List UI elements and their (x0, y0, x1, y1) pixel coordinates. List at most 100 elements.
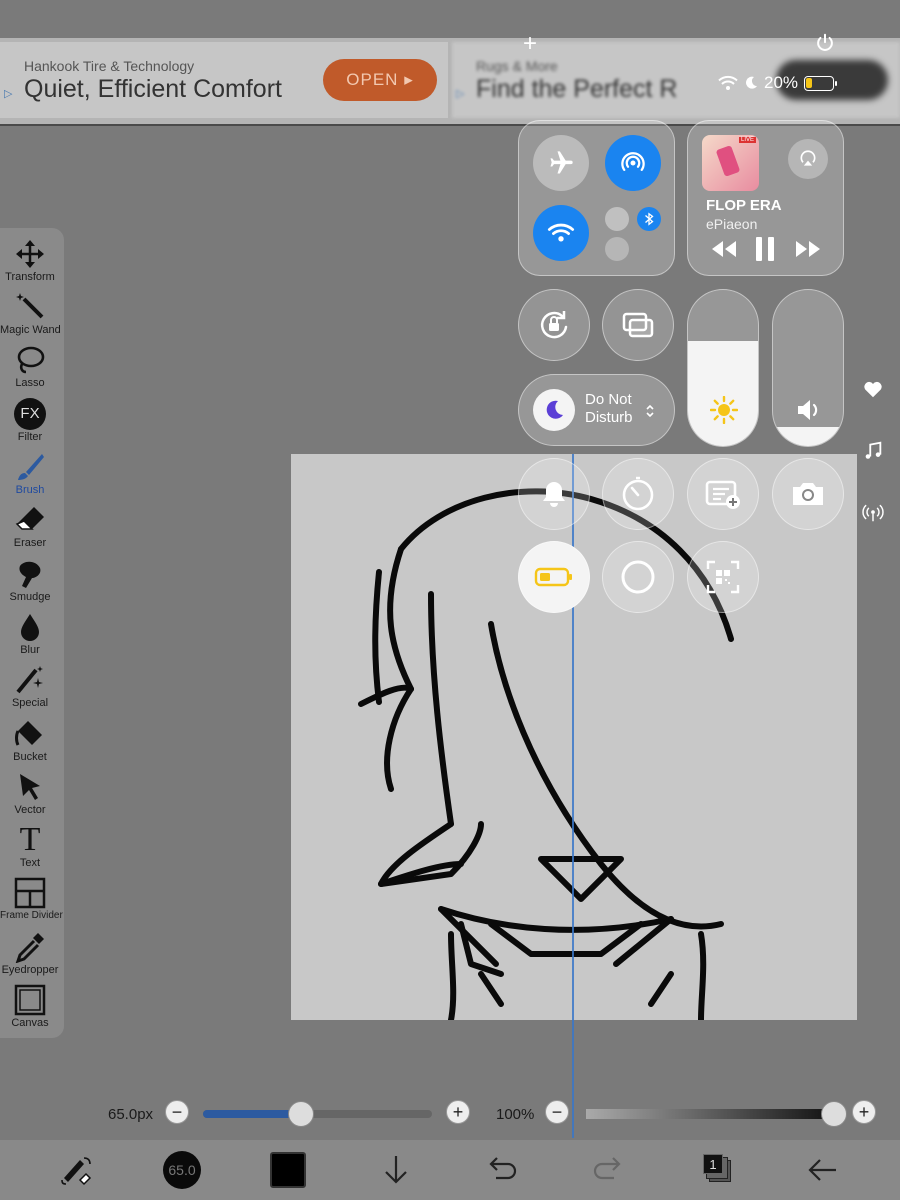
tool-label: Canvas (11, 1017, 49, 1029)
speaker-icon (798, 400, 818, 420)
antenna-signal-icon[interactable] (862, 502, 884, 524)
brush-controls: 65.0px − + 100% − + (0, 1096, 900, 1134)
timer-button[interactable] (602, 458, 674, 530)
tool-label: Filter (17, 431, 43, 443)
screen-mirroring-button[interactable] (602, 289, 674, 361)
airplane-mode-toggle[interactable] (533, 135, 589, 191)
bucket-icon (15, 721, 42, 746)
sketch-drawing (358, 488, 734, 1020)
do-not-disturb-toggle[interactable] (533, 389, 575, 431)
color-swatch[interactable] (270, 1152, 306, 1188)
tool-text[interactable]: T Text (0, 820, 60, 873)
tool-label: Transform (5, 271, 55, 283)
rewind-icon[interactable] (710, 239, 738, 259)
brush-size-decrease-button[interactable]: − (165, 1100, 189, 1124)
ad-open-arrow-icon: ▸ (404, 70, 414, 89)
back-arrow-icon[interactable] (804, 1152, 840, 1188)
silent-mode-button[interactable] (518, 458, 590, 530)
ad-choices-icon[interactable]: ▷ (456, 87, 464, 100)
opacity-increase-button[interactable]: + (852, 1100, 876, 1124)
orientation-lock-button[interactable] (518, 289, 590, 361)
screen-mirroring-icon (622, 312, 654, 338)
tool-brush[interactable]: Brush (0, 447, 60, 500)
chevron-up-down-icon[interactable] (645, 403, 655, 419)
tool-blur[interactable]: Blur (0, 607, 60, 660)
brush-size-slider-knob[interactable] (288, 1101, 315, 1127)
hotspot-toggle[interactable] (605, 237, 629, 261)
focus-mode-tile[interactable]: Do Not Disturb (518, 374, 675, 446)
brush-size-slider[interactable] (203, 1101, 432, 1127)
lasso-icon (17, 346, 45, 374)
screen-recording-button[interactable] (602, 541, 674, 613)
rotation-lock-icon (540, 311, 568, 339)
qr-code-icon (706, 560, 740, 594)
tool-bucket[interactable]: Bucket (0, 714, 60, 767)
ad-open-label: OPEN (346, 70, 399, 89)
volume-slider[interactable] (772, 289, 844, 447)
low-power-mode-button[interactable] (518, 541, 590, 613)
add-control-button[interactable]: + (523, 30, 537, 58)
airdrop-toggle[interactable] (605, 135, 661, 191)
ad-card-hankook[interactable]: ▷ Hankook Tire & Technology Quiet, Effic… (0, 42, 448, 118)
pause-icon[interactable] (754, 235, 776, 263)
wifi-toggle[interactable] (533, 205, 589, 261)
tool-special[interactable]: Special (0, 660, 60, 713)
tool-label: Smudge (9, 591, 51, 603)
tool-magic-wand[interactable]: Magic Wand (0, 287, 61, 340)
layer-count: 1 (703, 1154, 723, 1174)
brightness-slider-fill (688, 341, 758, 446)
moon-icon (746, 76, 757, 89)
airplay-button[interactable] (788, 139, 828, 179)
opacity-decrease-button[interactable]: − (545, 1100, 569, 1124)
tool-eyedropper[interactable]: Eyedropper (0, 927, 60, 980)
album-art[interactable]: LIVE (702, 135, 759, 191)
brightness-slider[interactable] (687, 289, 759, 447)
arrow-down-icon[interactable] (378, 1152, 414, 1188)
heart-icon[interactable] (862, 378, 884, 400)
brush-size-preview[interactable]: 65.0 (163, 1151, 201, 1189)
quick-note-icon (705, 480, 740, 509)
undo-icon[interactable] (484, 1152, 520, 1188)
tool-canvas[interactable]: Canvas (0, 980, 60, 1033)
redo-icon[interactable] (590, 1152, 626, 1188)
battery-icon (534, 567, 572, 587)
tool-filter[interactable]: FX Filter (0, 394, 60, 447)
bluetooth-toggle[interactable] (637, 207, 661, 231)
fast-forward-icon[interactable] (794, 239, 822, 259)
canvas-frame-icon (14, 984, 46, 1016)
now-playing-tile[interactable]: LIVE FLOP ERA ePiaeon (687, 120, 844, 276)
camera-button[interactable] (772, 458, 844, 530)
ad-sponsor: Hankook Tire & Technology (24, 58, 195, 74)
opacity-slider[interactable] (586, 1101, 847, 1127)
music-note-icon[interactable] (862, 440, 884, 462)
opacity-slider-knob[interactable] (821, 1101, 847, 1127)
fx-icon: FX (14, 398, 46, 430)
tool-smudge[interactable]: Smudge (0, 554, 60, 607)
tool-frame-divider[interactable]: Frame Divider (0, 873, 63, 926)
ad-choices-icon[interactable]: ▷ (4, 87, 12, 100)
eraser-icon (15, 507, 44, 530)
connectivity-tile[interactable] (518, 120, 675, 276)
wifi-icon (718, 75, 738, 90)
ad-open-button[interactable]: OPEN ▸ (323, 59, 437, 101)
record-icon (621, 560, 655, 594)
brush-eraser-swap-icon[interactable] (58, 1152, 94, 1188)
quick-note-button[interactable] (687, 458, 759, 530)
brush-size-increase-button[interactable]: + (446, 1100, 470, 1124)
brush-icon (18, 454, 44, 480)
tool-vector[interactable]: Vector (0, 767, 60, 820)
volume-slider-fill (773, 427, 843, 446)
tool-label: Bucket (13, 751, 47, 763)
frame-divider-icon (14, 877, 46, 909)
drawing-canvas[interactable] (291, 454, 857, 1020)
power-icon[interactable] (814, 32, 836, 54)
tool-transform[interactable]: Transform (0, 234, 60, 287)
tool-lasso[interactable]: Lasso (0, 340, 60, 393)
cellular-toggle[interactable] (605, 207, 629, 231)
magic-wand-icon (16, 293, 44, 319)
status-bar: 20% (718, 73, 838, 93)
bell-icon (543, 482, 565, 507)
layers-button[interactable]: 1 (701, 1152, 731, 1182)
code-scanner-button[interactable] (687, 541, 759, 613)
tool-eraser[interactable]: Eraser (0, 500, 60, 553)
